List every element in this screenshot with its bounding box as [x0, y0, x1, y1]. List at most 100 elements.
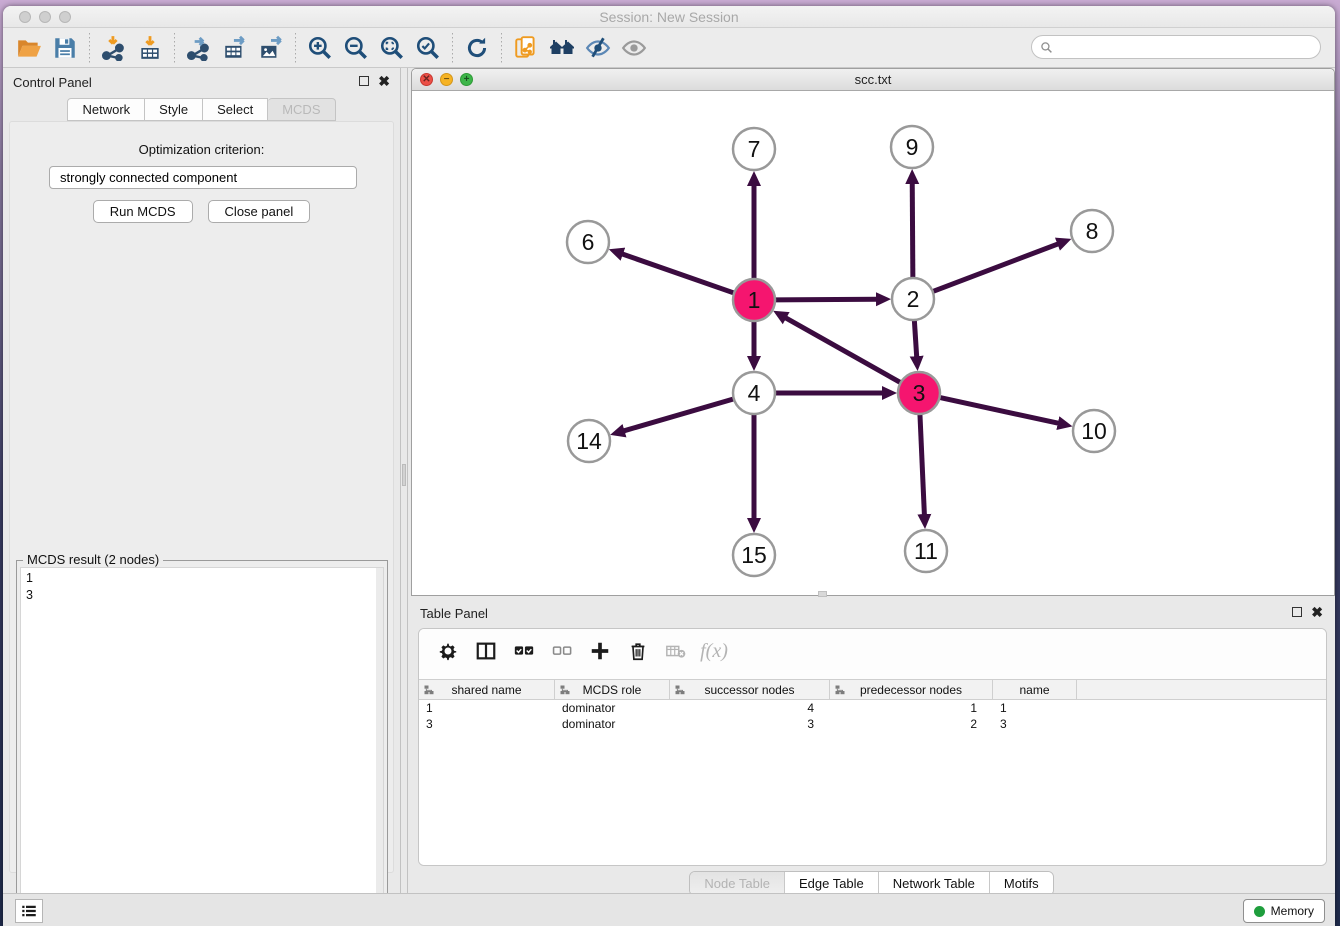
- float-panel-icon[interactable]: [359, 76, 369, 86]
- network-canvas[interactable]: 7968124314101511: [412, 91, 1334, 593]
- memory-label: Memory: [1271, 904, 1314, 918]
- control-panel-tabs: NetworkStyleSelectMCDS: [3, 98, 400, 121]
- export-network-button[interactable]: [181, 32, 217, 64]
- open-session-button[interactable]: [11, 32, 47, 64]
- mcds-result-title: MCDS result (2 nodes): [23, 552, 163, 567]
- edge-2-8[interactable]: [933, 244, 1059, 292]
- splitter-handle[interactable]: [402, 464, 406, 486]
- edge-3-10[interactable]: [940, 397, 1059, 423]
- edge-2-3[interactable]: [914, 320, 916, 357]
- edge-3-11[interactable]: [920, 414, 924, 515]
- table-row[interactable]: 1dominator411: [419, 700, 1326, 716]
- cell-shared-name[interactable]: 3: [419, 716, 555, 732]
- node-table[interactable]: shared nameMCDS rolesuccessor nodesprede…: [419, 679, 1326, 865]
- cell-successor-nodes[interactable]: 3: [670, 716, 830, 732]
- network-graph[interactable]: 7968124314101511: [412, 91, 1334, 593]
- tab-motifs[interactable]: Motifs: [989, 872, 1053, 895]
- zoom-fit-button[interactable]: [374, 32, 410, 64]
- optimization-criterion-select[interactable]: strongly connected component: [49, 166, 357, 189]
- tab-network[interactable]: Network: [67, 98, 145, 121]
- cell-successor-nodes[interactable]: 4: [670, 700, 830, 716]
- show-graphics-details-button[interactable]: [616, 32, 652, 64]
- optimization-criterion-label: Optimization criterion:: [10, 142, 393, 157]
- memory-button[interactable]: Memory: [1243, 899, 1325, 923]
- run-mcds-button[interactable]: Run MCDS: [93, 200, 193, 223]
- delete-table-button[interactable]: [659, 634, 693, 668]
- canvas-resize-handle[interactable]: [818, 591, 827, 597]
- cell-MCDS-role[interactable]: dominator: [555, 716, 670, 732]
- apply-layout-button[interactable]: [459, 32, 495, 64]
- trash-icon: [627, 640, 649, 662]
- mcds-result-area[interactable]: 1 3: [20, 567, 384, 926]
- function-builder-button[interactable]: f(x): [697, 634, 731, 668]
- export-image-button[interactable]: [253, 32, 289, 64]
- tab-style[interactable]: Style: [145, 98, 203, 121]
- tab-edge-table[interactable]: Edge Table: [784, 872, 878, 895]
- result-scrollbar[interactable]: [376, 568, 383, 926]
- panel-splitter[interactable]: [400, 68, 408, 893]
- column-header-MCDS-role[interactable]: MCDS role: [555, 680, 670, 700]
- edge-1-6[interactable]: [622, 254, 734, 293]
- node-label-9: 9: [906, 134, 919, 160]
- zoom-fit-icon: [379, 35, 405, 61]
- close-table-panel-icon[interactable]: ✖: [1311, 607, 1323, 617]
- edge-1-2[interactable]: [775, 299, 877, 300]
- search-box[interactable]: [1031, 35, 1321, 59]
- task-list-icon: [20, 902, 38, 920]
- search-input[interactable]: [1053, 38, 1320, 56]
- delete-table-icon: [665, 640, 687, 662]
- clone-network-button[interactable]: [508, 32, 544, 64]
- column-header-predecessor-nodes[interactable]: predecessor nodes: [830, 680, 993, 700]
- zoom-out-button[interactable]: [338, 32, 374, 64]
- tab-mcds[interactable]: MCDS: [268, 98, 335, 121]
- window-title: Session: New Session: [3, 9, 1335, 25]
- plus-icon: [589, 640, 611, 662]
- cell-predecessor-nodes[interactable]: 1: [830, 700, 993, 716]
- main-area: Control Panel ✖ NetworkStyleSelectMCDS O…: [3, 68, 1335, 893]
- cell-predecessor-nodes[interactable]: 2: [830, 716, 993, 732]
- cell-shared-name[interactable]: 1: [419, 700, 555, 716]
- zoom-selected-button[interactable]: [410, 32, 446, 64]
- zoom-selected-icon: [415, 35, 441, 61]
- hide-graphics-details-button[interactable]: [580, 32, 616, 64]
- import-network-button[interactable]: [96, 32, 132, 64]
- tab-network-table[interactable]: Network Table: [878, 872, 989, 895]
- checked-boxes-icon: [513, 640, 535, 662]
- network-window-titlebar[interactable]: ✕ − + scc.txt: [412, 69, 1334, 91]
- column-header-name[interactable]: name: [993, 680, 1077, 700]
- edge-3-1[interactable]: [785, 318, 900, 383]
- task-history-button[interactable]: [15, 899, 43, 923]
- network-window-title: scc.txt: [412, 72, 1334, 87]
- float-table-panel-icon[interactable]: [1292, 607, 1302, 617]
- zoom-in-button[interactable]: [302, 32, 338, 64]
- export-table-button[interactable]: [217, 32, 253, 64]
- home-button[interactable]: [544, 32, 580, 64]
- delete-column-button[interactable]: [621, 634, 655, 668]
- column-header-shared-name[interactable]: shared name: [419, 680, 555, 700]
- node-label-14: 14: [576, 428, 602, 454]
- memory-status-icon: [1254, 906, 1265, 917]
- status-bar: Memory: [3, 893, 1335, 926]
- edge-2-9[interactable]: [912, 183, 913, 278]
- close-panel-icon[interactable]: ✖: [378, 76, 390, 86]
- table-settings-button[interactable]: [431, 634, 465, 668]
- tab-node-table[interactable]: Node Table: [690, 872, 784, 895]
- import-table-button[interactable]: [132, 32, 168, 64]
- edge-4-14[interactable]: [624, 399, 734, 431]
- column-header-successor-nodes[interactable]: successor nodes: [670, 680, 830, 700]
- cell-name[interactable]: 1: [993, 700, 1077, 716]
- column-type-icon: [835, 685, 845, 695]
- add-column-button[interactable]: [583, 634, 617, 668]
- save-session-button[interactable]: [47, 32, 83, 64]
- cell-name[interactable]: 3: [993, 716, 1077, 732]
- deselect-all-button[interactable]: [545, 634, 579, 668]
- close-panel-button[interactable]: Close panel: [208, 200, 311, 223]
- mcds-result-text: 1 3: [21, 568, 383, 606]
- toggle-panel-button[interactable]: [469, 634, 503, 668]
- table-row[interactable]: 3dominator323: [419, 716, 1326, 732]
- tab-select[interactable]: Select: [203, 98, 268, 121]
- select-all-button[interactable]: [507, 634, 541, 668]
- clone-network-icon: [513, 35, 539, 61]
- titlebar: Session: New Session: [3, 6, 1335, 28]
- cell-MCDS-role[interactable]: dominator: [555, 700, 670, 716]
